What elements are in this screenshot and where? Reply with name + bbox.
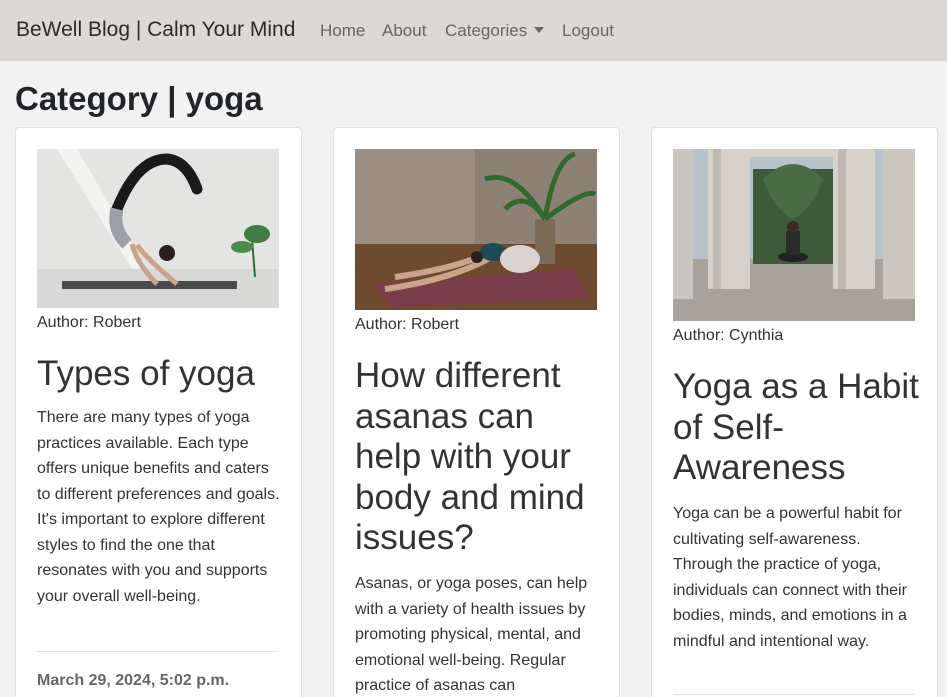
post-card: Author: Cynthia Yoga as a Habit of Self-… bbox=[651, 127, 938, 697]
post-title[interactable]: Yoga as a Habit of Self-Awareness bbox=[673, 367, 923, 489]
post-excerpt: Yoga can be a powerful habit for cultiva… bbox=[673, 505, 907, 650]
card-divider bbox=[37, 651, 279, 652]
post-thumbnail[interactable] bbox=[37, 149, 279, 308]
post-title[interactable]: Types of yoga bbox=[37, 354, 287, 395]
post-author: Author: Cynthia bbox=[673, 327, 784, 344]
meditation-photo-image bbox=[673, 149, 915, 321]
brand-link[interactable]: BeWell Blog | Calm Your Mind bbox=[16, 18, 295, 42]
post-thumbnail[interactable] bbox=[673, 149, 915, 321]
nav-categories-label: Categories bbox=[445, 21, 528, 40]
post-author: Author: Robert bbox=[355, 316, 460, 333]
post-card: Author: Robert How different asanas can … bbox=[333, 127, 620, 697]
post-date: March 29, 2024, 5:02 p.m. bbox=[37, 672, 230, 689]
caret-down-icon bbox=[534, 27, 545, 33]
post-excerpt: Asanas, or yoga poses, can help with a v… bbox=[355, 575, 588, 694]
post-card: Author: Robert Types of yoga There are m… bbox=[15, 127, 302, 697]
nav-logout-link[interactable]: Logout bbox=[562, 21, 614, 41]
post-excerpt: There are many types of yoga practices a… bbox=[37, 409, 280, 605]
post-author: Author: Robert bbox=[37, 314, 142, 331]
card-divider bbox=[673, 694, 915, 695]
post-title[interactable]: How different asanas can help with your … bbox=[355, 356, 605, 559]
post-thumbnail[interactable] bbox=[355, 149, 597, 310]
nav-about-link[interactable]: About bbox=[382, 21, 426, 41]
top-navbar: BeWell Blog | Calm Your Mind Home About … bbox=[0, 0, 947, 61]
nav-categories-dropdown[interactable]: Categories bbox=[445, 21, 545, 41]
nav-home-link[interactable]: Home bbox=[320, 21, 365, 41]
page-title: Category | yoga bbox=[15, 80, 263, 117]
yoga-photo-image bbox=[37, 149, 279, 308]
yoga-photo-image bbox=[355, 149, 597, 310]
